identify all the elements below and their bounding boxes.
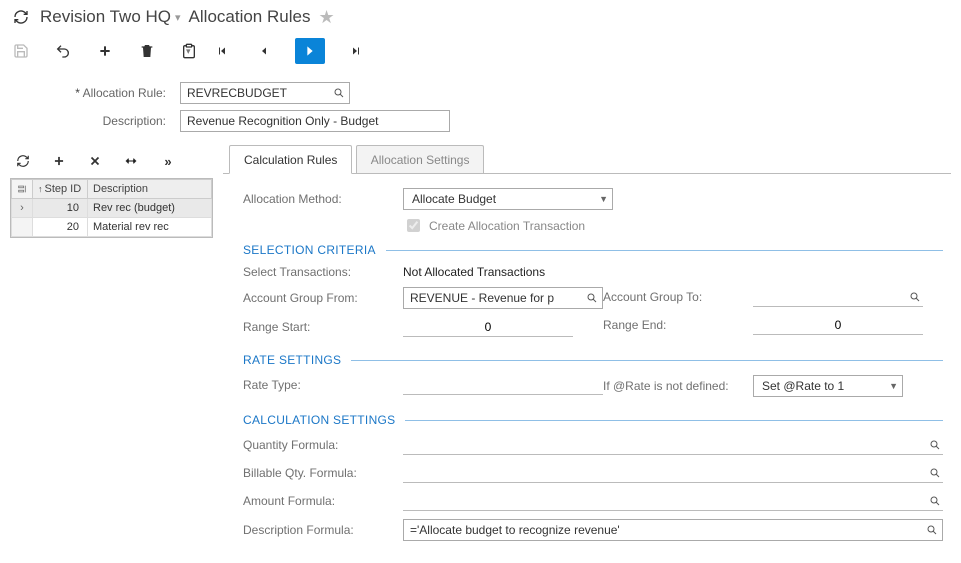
- section-rate-settings: RATE SETTINGS: [243, 353, 943, 367]
- billable-qty-formula-input[interactable]: [403, 463, 943, 483]
- breadcrumb-org[interactable]: Revision Two HQ ▾: [40, 7, 181, 27]
- delete-icon[interactable]: [136, 40, 158, 62]
- billable-qty-formula-label: Billable Qty. Formula:: [243, 466, 393, 480]
- range-start-input[interactable]: [403, 317, 573, 337]
- range-end-label: Range End:: [603, 318, 743, 332]
- allocation-rule-input[interactable]: [180, 82, 350, 104]
- search-icon[interactable]: [333, 87, 345, 99]
- search-icon[interactable]: [926, 524, 938, 536]
- rate-undefined-label: If @Rate is not defined:: [603, 379, 743, 393]
- breadcrumb-page: Allocation Rules: [189, 7, 311, 27]
- row-indicator-icon: ›: [12, 199, 33, 218]
- chevron-down-icon[interactable]: ▾: [186, 46, 191, 57]
- allocation-rule-input-wrap[interactable]: [180, 82, 350, 104]
- tab-allocation-settings[interactable]: Allocation Settings: [356, 145, 485, 173]
- account-group-from-label: Account Group From:: [243, 291, 393, 305]
- account-group-to-label: Account Group To:: [603, 290, 743, 304]
- grid-add-icon[interactable]: [48, 150, 70, 172]
- grid-refresh-icon[interactable]: [12, 150, 34, 172]
- description-input[interactable]: [180, 110, 450, 132]
- description-formula-label: Description Formula:: [243, 523, 393, 537]
- search-icon[interactable]: [586, 292, 598, 304]
- table-row[interactable]: › 10 Rev rec (budget): [12, 199, 212, 218]
- undo-icon[interactable]: [52, 40, 74, 62]
- tabstrip: Calculation Rules Allocation Settings: [223, 144, 951, 174]
- prev-icon[interactable]: [253, 40, 275, 62]
- row-indicator-icon: [12, 218, 33, 237]
- record-header: Allocation Rule: Description:: [10, 74, 951, 144]
- search-icon[interactable]: [909, 291, 921, 303]
- allocation-rule-label: Allocation Rule:: [10, 86, 180, 100]
- cell-description[interactable]: Material rev rec: [88, 218, 212, 237]
- refresh-icon[interactable]: [10, 6, 32, 28]
- rate-type-input[interactable]: [403, 375, 603, 395]
- section-selection-criteria: SELECTION CRITERIA: [243, 243, 943, 257]
- search-icon[interactable]: [929, 495, 941, 507]
- grid-more-icon[interactable]: »: [156, 150, 178, 172]
- next-icon[interactable]: [295, 38, 325, 64]
- account-group-to-input[interactable]: [753, 287, 923, 307]
- allocation-method-select[interactable]: Allocate Budget ▼: [403, 188, 613, 210]
- description-formula-input[interactable]: [403, 519, 943, 541]
- grid-remove-icon[interactable]: [84, 150, 106, 172]
- quantity-formula-label: Quantity Formula:: [243, 438, 393, 452]
- select-transactions-label: Select Transactions:: [243, 265, 393, 279]
- tab-body: Allocation Method: Allocate Budget ▼ Cre…: [223, 174, 951, 553]
- select-transactions-value: Not Allocated Transactions: [403, 265, 545, 279]
- search-icon[interactable]: [929, 467, 941, 479]
- amount-formula-label: Amount Formula:: [243, 494, 393, 508]
- main-toolbar: ▾: [10, 32, 951, 74]
- tab-calculation-rules[interactable]: Calculation Rules: [229, 145, 352, 174]
- search-icon[interactable]: [929, 439, 941, 451]
- cell-step-id[interactable]: 10: [33, 199, 88, 218]
- last-icon[interactable]: [345, 40, 367, 62]
- account-group-from-input-wrap[interactable]: [403, 287, 603, 309]
- section-calculation-settings: CALCULATION SETTINGS: [243, 413, 943, 427]
- save-icon[interactable]: [10, 40, 32, 62]
- chevron-down-icon: ▼: [889, 381, 898, 391]
- grid-fit-icon[interactable]: [120, 150, 142, 172]
- chevron-down-icon: ▾: [175, 11, 181, 24]
- cell-description[interactable]: Rev rec (budget): [88, 199, 212, 218]
- rate-type-label: Rate Type:: [243, 378, 393, 392]
- table-row[interactable]: 20 Material rev rec: [12, 218, 212, 237]
- rate-undefined-select[interactable]: Set @Rate to 1 ▼: [753, 375, 903, 397]
- first-icon[interactable]: [211, 40, 233, 62]
- range-end-input[interactable]: [753, 315, 923, 335]
- range-start-label: Range Start:: [243, 320, 393, 334]
- account-group-to-input-wrap[interactable]: [753, 287, 923, 307]
- col-description[interactable]: Description: [88, 180, 212, 199]
- quantity-formula-input[interactable]: [403, 435, 943, 455]
- allocation-method-label: Allocation Method:: [243, 192, 393, 206]
- account-group-from-input[interactable]: [403, 287, 603, 309]
- add-icon[interactable]: [94, 40, 116, 62]
- chevron-down-icon: ▼: [599, 194, 608, 204]
- amount-formula-input[interactable]: [403, 491, 943, 511]
- col-step-id[interactable]: ↑Step ID: [33, 180, 88, 199]
- grid-toolbar: »: [10, 144, 213, 178]
- steps-grid[interactable]: ↑Step ID Description › 10 Rev rec (budge…: [10, 178, 213, 238]
- breadcrumb: Revision Two HQ ▾ Allocation Rules ★: [10, 6, 951, 28]
- grid-corner[interactable]: [12, 180, 33, 199]
- create-alloc-tx-checkbox[interactable]: Create Allocation Transaction: [403, 216, 585, 235]
- star-icon[interactable]: ★: [318, 7, 334, 28]
- cell-step-id[interactable]: 20: [33, 218, 88, 237]
- description-label: Description:: [10, 114, 180, 128]
